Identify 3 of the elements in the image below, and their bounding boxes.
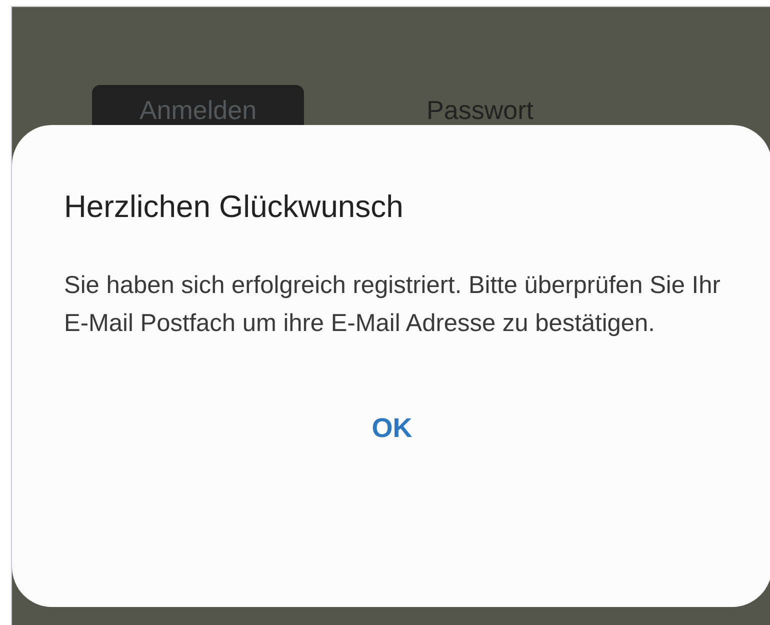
dialog-title: Herzlichen Glückwunsch [64,189,404,225]
dialog-message: Sie haben sich erfolgreich registriert. Bitte überprüfen Sie Ihr E-Mail Postfach um ihre E-Mail Adresse zu bestätigen. [64,271,722,339]
ok-button[interactable]: OK [358,407,426,450]
